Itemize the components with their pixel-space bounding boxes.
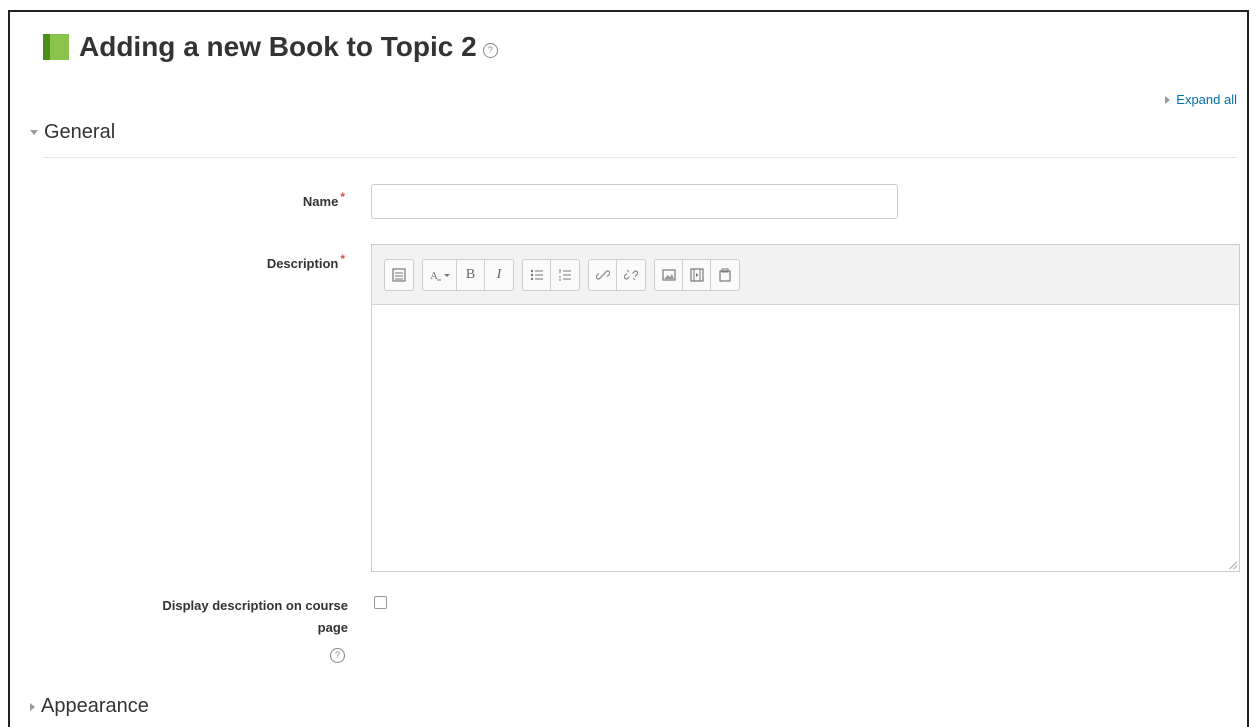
name-label: Name * <box>302 189 345 209</box>
description-text-area[interactable] <box>372 305 1239 571</box>
triangle-right-icon <box>1165 95 1171 104</box>
required-marker: * <box>340 251 345 266</box>
unlink-icon[interactable] <box>617 260 645 290</box>
media-icon[interactable] <box>683 259 711 290</box>
editor-toolbar: A B I <box>372 245 1239 305</box>
toolbar-group-text: A B I <box>422 258 514 291</box>
name-input[interactable] <box>371 184 898 219</box>
triangle-down-icon <box>30 130 38 135</box>
ordered-list-icon[interactable] <box>551 260 579 290</box>
text-style-icon[interactable]: A <box>423 259 457 290</box>
section-general-label: General <box>44 121 116 143</box>
resize-handle-icon[interactable] <box>1229 561 1237 569</box>
collapse-icon[interactable] <box>385 260 413 290</box>
description-editor[interactable]: A B I <box>371 244 1240 572</box>
display-description-label: Display description on course page <box>162 598 348 635</box>
help-icon[interactable]: ? <box>482 42 498 58</box>
book-icon <box>43 34 69 60</box>
file-manager-icon[interactable] <box>711 260 739 290</box>
description-label: Description * <box>266 251 345 271</box>
section-appearance-label: Appearance <box>41 695 149 717</box>
toolbar-group-collapse <box>384 258 414 291</box>
toolbar-group-lists <box>522 258 580 291</box>
image-icon[interactable] <box>655 259 683 290</box>
section-divider <box>43 157 1237 158</box>
expand-all-label: Expand all <box>1176 92 1237 107</box>
section-appearance-header[interactable]: Appearance <box>30 695 149 718</box>
display-description-checkbox[interactable] <box>374 596 387 609</box>
unordered-list-icon[interactable] <box>523 259 551 290</box>
expand-all-link[interactable]: Expand all <box>1165 92 1237 107</box>
link-icon[interactable] <box>589 259 617 290</box>
section-general-header[interactable]: General <box>30 121 115 144</box>
page-title-text: Adding a new Book to Topic 2 <box>79 31 477 62</box>
required-marker: * <box>340 189 345 204</box>
triangle-right-icon <box>30 702 35 711</box>
toolbar-group-media <box>654 258 740 291</box>
svg-text:A: A <box>430 270 438 282</box>
page-title: Adding a new Book to Topic 2 ? <box>43 31 498 63</box>
bold-icon[interactable]: B <box>457 259 485 290</box>
toolbar-group-links <box>588 258 646 291</box>
help-icon[interactable]: ? <box>330 648 345 663</box>
italic-icon[interactable]: I <box>485 260 513 290</box>
